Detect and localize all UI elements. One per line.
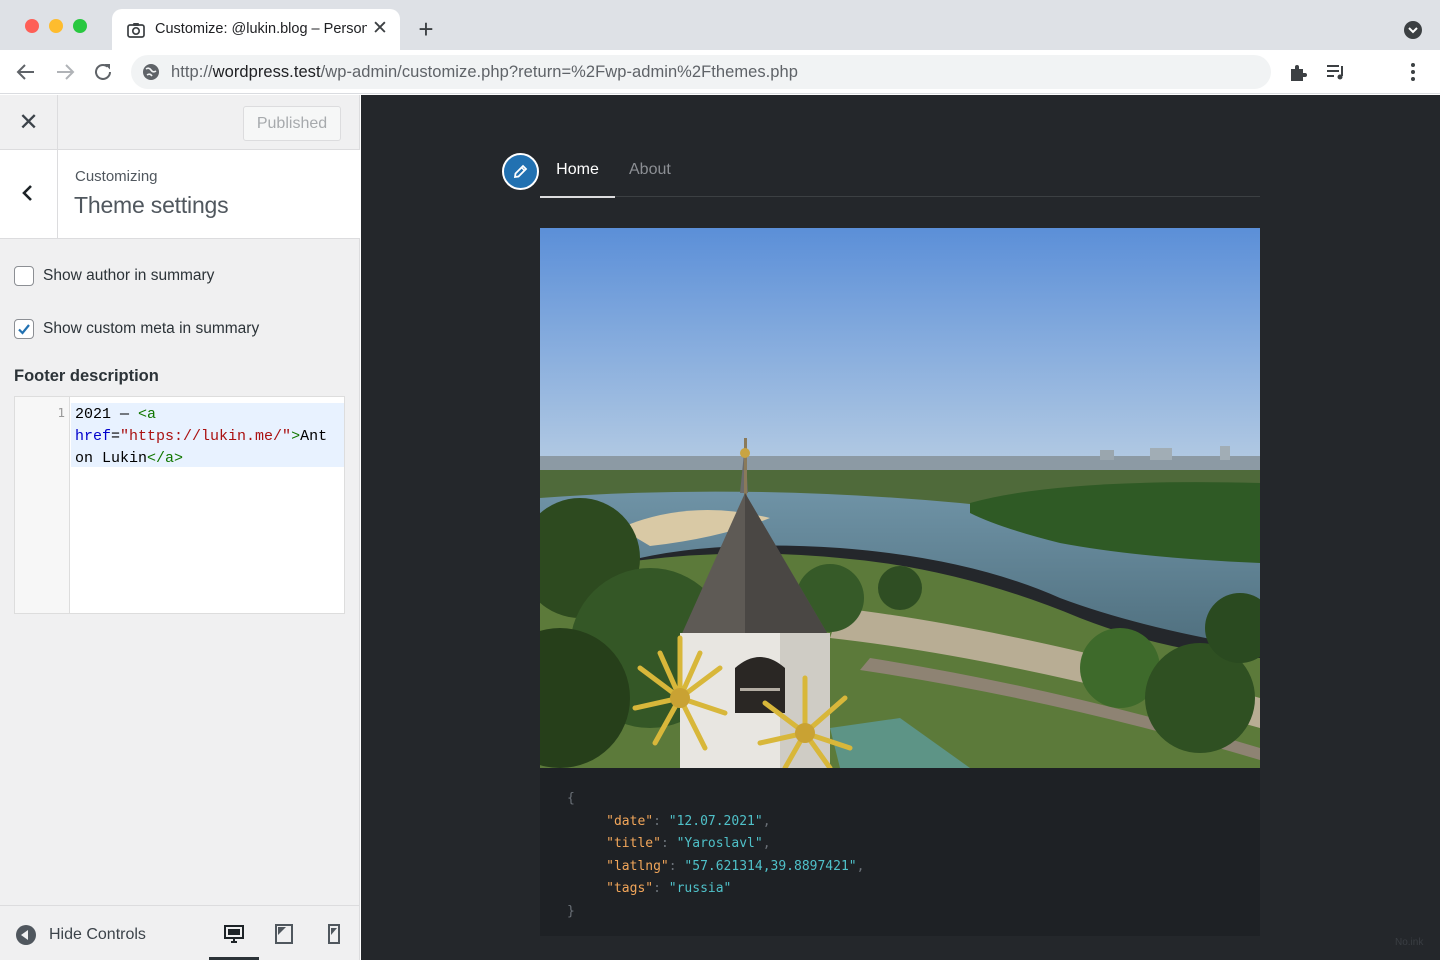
tab-search-icon[interactable] [1403, 20, 1423, 40]
customizer-footer: Hide Controls [0, 905, 359, 960]
preview-tablet-button[interactable] [259, 920, 309, 960]
site-info-icon[interactable] [142, 63, 160, 81]
code-content[interactable]: 2021 — <a href="https://lukin.me/">Ant o… [75, 404, 343, 470]
tab-close-button[interactable]: ✕ [370, 18, 390, 40]
chevron-left-icon [22, 185, 32, 201]
collapse-arrow-icon [16, 925, 36, 945]
extensions-puzzle-icon[interactable] [1288, 61, 1310, 83]
json-line: "title": "Yaroslavl", [606, 836, 771, 851]
mobile-icon [328, 924, 340, 944]
media-queue-icon[interactable] [1325, 61, 1347, 83]
camera-icon [127, 23, 145, 38]
hide-controls-label: Hide Controls [49, 926, 146, 943]
show-custom-meta-label: Show custom meta in summary [43, 320, 260, 337]
json-line: } [567, 903, 575, 919]
json-line: "date": "12.07.2021", [606, 813, 771, 829]
preview-mobile-button[interactable] [309, 920, 359, 960]
tablet-icon [275, 924, 293, 944]
checkmark-icon [18, 324, 30, 335]
section-header: Customizing Theme settings [0, 150, 360, 239]
address-bar[interactable]: http://wordpress.test/wp-admin/customize… [131, 55, 1271, 89]
forward-arrow-icon[interactable] [53, 60, 77, 84]
json-code-block: { "date": "12.07.2021", "title": "Yarosl… [567, 788, 864, 923]
window-close-button[interactable] [25, 19, 39, 33]
reload-icon[interactable] [91, 60, 115, 84]
json-key: "tags" [606, 881, 654, 896]
nav-active-indicator [540, 196, 615, 198]
line-number-gutter: 1 [15, 397, 70, 613]
watermark-text: No.ink [1395, 937, 1424, 948]
nav-item-about[interactable]: About [629, 161, 671, 179]
back-button[interactable] [0, 150, 58, 238]
json-key: "date" [606, 813, 654, 829]
publish-button[interactable]: Published [243, 106, 341, 141]
close-customizer-button[interactable]: ✕ [0, 95, 58, 150]
post-featured-photo[interactable] [540, 228, 1260, 768]
tab-title: Customize: @lukin.blog – Personal blog [155, 21, 367, 37]
customizer-sidebar: ✕ Published Customizing Theme settings S… [0, 95, 360, 960]
json-value: "Yaroslavl" [676, 836, 763, 851]
browser-toolbar: http://wordpress.test/wp-admin/customize… [0, 50, 1440, 94]
site-logo[interactable] [502, 153, 539, 190]
json-key: "latlng" [606, 858, 669, 874]
json-line: "latlng": "57.621314,39.8897421", [606, 858, 865, 874]
post-custom-meta-json: { "date": "12.07.2021", "title": "Yarosl… [540, 768, 1260, 936]
site-preview: Home About {"date": "12.07.2021", "titl… [361, 95, 1440, 960]
footer-description-label: Footer description [14, 367, 159, 385]
browser-tab-active[interactable]: Customize: @lukin.blog – Personal blog ✕ [112, 9, 400, 50]
json-value: "russia" [668, 881, 732, 896]
landscape-photo-illustration [540, 228, 1260, 768]
section-title: Theme settings [74, 192, 229, 218]
customizer-header: ✕ Published [0, 95, 360, 150]
window-zoom-button[interactable] [73, 19, 87, 33]
browser-tab-bar: Customize: @lukin.blog – Personal blog ✕… [0, 0, 1440, 50]
line-number: 1 [57, 405, 65, 420]
preview-desktop-button[interactable] [209, 920, 259, 960]
json-key: "title" [606, 836, 661, 851]
show-author-checkbox[interactable] [14, 266, 34, 286]
new-tab-button[interactable]: + [412, 14, 440, 44]
window-minimize-button[interactable] [49, 19, 63, 33]
nav-item-home[interactable]: Home [540, 161, 615, 179]
url-text: http://wordpress.test/wp-admin/customize… [171, 63, 798, 81]
desktop-icon [224, 925, 244, 943]
json-value: "57.621314,39.8897421" [684, 858, 857, 874]
more-menu-icon[interactable] [1402, 61, 1424, 83]
json-line: { [567, 791, 575, 806]
pencil-icon [513, 164, 528, 179]
show-author-label: Show author in summary [43, 267, 215, 284]
nav-divider [540, 196, 1260, 197]
show-custom-meta-checkbox[interactable] [14, 319, 34, 339]
json-line: "tags": "russia" [606, 881, 732, 896]
footer-description-code-editor[interactable]: 1 2021 — <a href="https://lukin.me/">Ant… [14, 396, 345, 614]
customizing-label: Customizing [75, 168, 158, 185]
json-value: "12.07.2021" [668, 813, 763, 829]
back-arrow-icon[interactable] [14, 60, 38, 84]
